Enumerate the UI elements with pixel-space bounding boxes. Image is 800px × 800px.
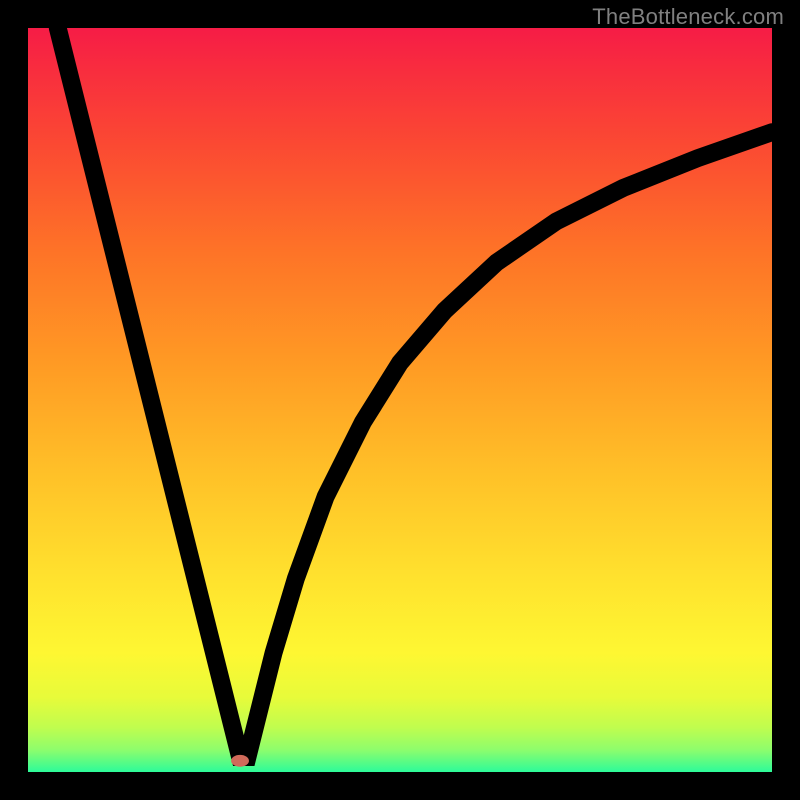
watermark-text: TheBottleneck.com <box>592 4 784 30</box>
chart-svg <box>28 28 772 772</box>
min-marker <box>231 755 249 767</box>
plot-area <box>28 28 772 772</box>
chart-frame: TheBottleneck.com <box>0 0 800 800</box>
bottleneck-curve <box>58 28 772 757</box>
